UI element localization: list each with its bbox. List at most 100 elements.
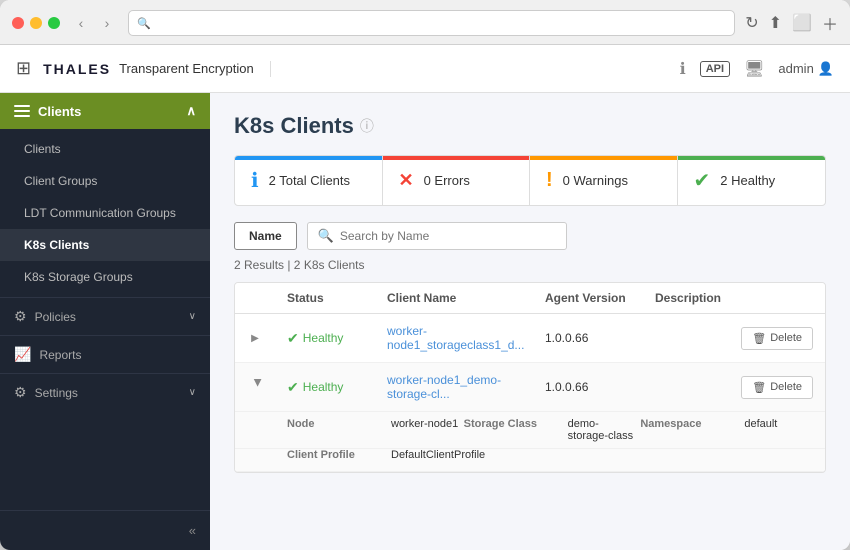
table-row-expanded: ▶ ✔ Healthy worker-node1_demo-storage-cl… <box>235 363 825 412</box>
sidebar-item-clients[interactable]: Clients <box>0 133 210 165</box>
client-link-2[interactable]: worker-node1_demo-storage-cl... <box>387 373 501 401</box>
client-link-1[interactable]: worker-node1_storageclass1_d... <box>387 324 524 352</box>
stat-total[interactable]: ℹ 2 Total Clients <box>235 156 383 205</box>
admin-label: admin <box>778 61 813 76</box>
page-title-row: K8s Clients ⓘ <box>234 113 826 139</box>
sidebar-item-k8s-storage[interactable]: K8s Storage Groups <box>0 261 210 293</box>
expand-button-1[interactable]: ▶ <box>247 330 263 346</box>
search-input[interactable] <box>340 229 556 243</box>
reports-icon: 📈 <box>14 346 31 363</box>
browser-window: ‹ › 🔍 ↻ ⬆ ⬜ ＋ ⊞ THALES Transparent Encry… <box>0 0 850 550</box>
share-button[interactable]: ⬆ <box>769 13 782 33</box>
delete-button-1[interactable]: 🗑 Delete <box>741 327 813 350</box>
stat-warnings[interactable]: ! 0 Warnings <box>530 156 678 205</box>
client-name-2: worker-node1_demo-storage-cl... <box>387 373 545 401</box>
expand-button-2[interactable]: ▶ <box>247 379 263 395</box>
stat-healthy-label: 2 Healthy <box>720 173 775 188</box>
settings-chevron: ∨ <box>189 387 196 398</box>
back-button[interactable]: ‹ <box>70 12 92 34</box>
close-button[interactable] <box>12 17 24 29</box>
name-filter-label: Name <box>249 229 282 243</box>
stat-warning-label: 0 Warnings <box>563 173 628 188</box>
col-agent-version: Agent Version <box>545 291 655 305</box>
user-icon: 👤 <box>818 61 834 77</box>
monitor-icon: 🖥 <box>744 59 764 79</box>
filter-row: Name 🔍 <box>234 222 826 250</box>
page-title: K8s Clients <box>234 113 354 139</box>
sidebar-reports-header[interactable]: 📈 Reports <box>0 336 210 373</box>
col-client-name: Client Name <box>387 291 545 305</box>
results-count: 2 Results | 2 K8s Clients <box>234 258 826 272</box>
status-cell-1: ✔ Healthy <box>287 330 387 347</box>
maximize-button[interactable] <box>48 17 60 29</box>
top-bar-right: ℹ API 🖥 admin 👤 <box>680 59 834 79</box>
client-profile-label: Client Profile <box>287 449 387 461</box>
name-filter-button[interactable]: Name <box>234 222 297 250</box>
search-icon: 🔍 <box>137 17 151 30</box>
search-box[interactable]: 🔍 <box>307 222 567 250</box>
trash-icon-1: 🗑 <box>752 332 766 345</box>
main-layout: Clients ∧ Clients Client Groups LDT Comm… <box>0 93 850 550</box>
api-badge[interactable]: API <box>700 61 730 77</box>
stat-total-label: 2 Total Clients <box>269 173 350 188</box>
node-label: Node <box>287 418 387 442</box>
minimize-button[interactable] <box>30 17 42 29</box>
agent-version-2: 1.0.0.66 <box>545 380 655 394</box>
nav-buttons: ‹ › <box>70 12 118 34</box>
admin-user[interactable]: admin 👤 <box>778 61 834 77</box>
results-count-text: 2 Results | 2 K8s Clients <box>234 258 365 272</box>
settings-label: Settings <box>35 386 78 400</box>
healthy-icon-1: ✔ <box>287 330 299 347</box>
sidebar-collapse-button[interactable]: « <box>0 510 210 550</box>
node-value: worker-node1 <box>391 418 460 442</box>
stat-error-label: 0 Errors <box>424 173 470 188</box>
stat-error-icon: ✕ <box>399 170 414 191</box>
table-header: Status Client Name Agent Version Descrip… <box>235 283 825 314</box>
stat-healthy-icon: ✔ <box>694 168 711 193</box>
page-info-icon[interactable]: ⓘ <box>360 116 374 136</box>
search-box-icon: 🔍 <box>318 228 334 244</box>
sidebar-item-ldt-label: LDT Communication Groups <box>24 206 176 220</box>
sidebar-section-reports: 📈 Reports <box>0 335 210 373</box>
status-cell-2: ✔ Healthy <box>287 379 387 396</box>
sidebar-item-k8s-storage-label: K8s Storage Groups <box>24 270 133 284</box>
forward-button[interactable]: › <box>96 12 118 34</box>
table-row: ▶ ✔ Healthy worker-node1_storageclass1_d… <box>235 314 825 363</box>
trash-icon-2: 🗑 <box>752 381 766 394</box>
sidebar-items: Clients Client Groups LDT Communication … <box>0 129 210 297</box>
row-actions-1: 🗑 Delete <box>655 327 813 350</box>
sidebar-section-header[interactable]: Clients ∧ <box>0 93 210 129</box>
sidebar-section-settings: ⚙ Settings ∨ <box>0 373 210 411</box>
row-actions-2: 🗑 Delete <box>655 376 813 399</box>
hamburger-icon <box>14 105 30 117</box>
delete-button-2[interactable]: 🗑 Delete <box>741 376 813 399</box>
reload-button[interactable]: ↻ <box>745 13 758 33</box>
sidebar-item-ldt[interactable]: LDT Communication Groups <box>0 197 210 229</box>
address-bar[interactable]: 🔍 <box>128 10 735 36</box>
stat-errors[interactable]: ✕ 0 Errors <box>383 156 531 205</box>
sidebar-settings-header[interactable]: ⚙ Settings ∨ <box>0 374 210 411</box>
sidebar-policies-header[interactable]: ⚙ Policies ∨ <box>0 298 210 335</box>
sidebar-section-policies: ⚙ Policies ∨ <box>0 297 210 335</box>
col-status: Status <box>287 291 387 305</box>
policies-chevron: ∨ <box>189 311 196 322</box>
brand: THALES Transparent Encryption <box>43 61 271 77</box>
app-container: ⊞ THALES Transparent Encryption ℹ API 🖥 … <box>0 45 850 550</box>
info-icon[interactable]: ℹ <box>680 59 686 79</box>
status-label-1: Healthy <box>303 331 344 345</box>
col-description: Description <box>655 291 813 305</box>
sidebar-item-k8s-clients[interactable]: K8s Clients <box>0 229 210 261</box>
sidebar-item-client-groups-label: Client Groups <box>24 174 97 188</box>
grid-icon[interactable]: ⊞ <box>16 58 31 79</box>
stat-healthy[interactable]: ✔ 2 Healthy <box>678 156 826 205</box>
new-tab-button[interactable]: ＋ <box>822 11 838 35</box>
sidebar-item-client-groups[interactable]: Client Groups <box>0 165 210 197</box>
data-table: Status Client Name Agent Version Descrip… <box>234 282 826 473</box>
brand-name: THALES <box>43 61 111 77</box>
storage-class-value: demo-storage-class <box>568 418 637 442</box>
collapse-icon: « <box>189 523 196 538</box>
chevron-up-icon: ∧ <box>186 103 196 119</box>
tab-button[interactable]: ⬜ <box>792 13 812 33</box>
storage-class-label: Storage Class <box>464 418 564 442</box>
healthy-icon-2: ✔ <box>287 379 299 396</box>
